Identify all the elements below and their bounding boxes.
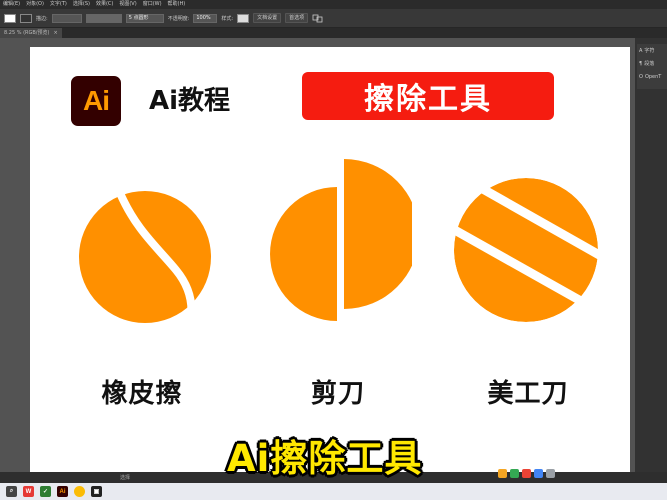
document-tab[interactable]: 8.25 % (RGB/预览) × <box>0 28 62 38</box>
wechat-icon[interactable]: ✓ <box>40 486 51 497</box>
panel-item-paragraph[interactable]: ¶ 段落 <box>637 57 667 70</box>
menu-bar: 编辑(E) 对象(O) 文字(T) 选择(S) 效果(C) 视图(V) 窗口(W… <box>0 0 667 9</box>
preferences-button[interactable]: 首选项 <box>285 13 309 23</box>
opentype-icon: O <box>639 73 643 80</box>
artboard[interactable]: Ai Ai教程 擦除工具 橡皮擦 剪刀 美工刀 <box>30 47 630 472</box>
stroke-swatch[interactable] <box>20 13 32 23</box>
title-banner-text: 擦除工具 <box>364 82 492 117</box>
menu-window[interactable]: 窗口(W) <box>140 0 165 9</box>
wps-icon[interactable]: W <box>23 486 34 497</box>
chrome-icon[interactable] <box>74 486 85 497</box>
menu-help[interactable]: 帮助(H) <box>165 0 189 9</box>
style-swatch[interactable] <box>237 13 250 23</box>
tray-icon-4[interactable] <box>534 469 543 478</box>
search-icon[interactable]: ⌕ <box>6 486 17 497</box>
stroke-weight-field[interactable] <box>51 13 82 23</box>
taskbar: ⌕ W ✓ Ai ▣ <box>0 483 667 500</box>
panel-item-opentype[interactable]: O OpenT <box>637 70 667 83</box>
canvas-area[interactable]: Ai Ai教程 擦除工具 橡皮擦 剪刀 美工刀 <box>0 38 635 472</box>
close-icon[interactable]: × <box>53 28 57 38</box>
caption-scissors: 剪刀 <box>310 379 365 409</box>
tray-icon-1[interactable] <box>498 469 507 478</box>
document-tab-label: 8.25 % (RGB/预览) <box>4 30 50 36</box>
fill-swatch[interactable] <box>4 13 16 23</box>
tutorial-title: Ai教程 <box>149 86 231 116</box>
menu-view[interactable]: 视图(V) <box>116 0 139 9</box>
menu-object[interactable]: 对象(O) <box>23 0 47 9</box>
character-icon: A <box>639 47 643 54</box>
stroke-label: 描边: <box>36 15 48 22</box>
panel-item-character[interactable]: A 字符 <box>637 44 667 57</box>
opacity-label: 不透明度: <box>167 15 190 22</box>
status-label: 选择 <box>120 475 131 481</box>
menu-select[interactable]: 选择(S) <box>70 0 93 9</box>
caption-eraser: 橡皮擦 <box>101 379 183 409</box>
style-label: 样式: <box>221 15 234 22</box>
tray-icon-5[interactable] <box>546 469 555 478</box>
illustrator-logo: Ai <box>71 76 121 126</box>
paragraph-icon: ¶ <box>639 60 643 67</box>
video-subtitle: Ai擦除工具 <box>227 437 423 480</box>
illustrator-icon[interactable]: Ai <box>57 486 68 497</box>
logo-text: Ai <box>83 85 110 116</box>
eraser-demo-shape[interactable] <box>78 190 212 324</box>
brush-profile-field[interactable]: 5 点圆形 <box>125 13 164 23</box>
opacity-field[interactable]: 100% <box>193 13 218 23</box>
right-dock <box>635 38 667 472</box>
character-panel: A 字符 ¶ 段落 O OpenT <box>637 44 667 89</box>
overlay-tray <box>498 469 555 478</box>
document-setup-button[interactable]: 文档设置 <box>253 13 282 23</box>
document-tab-bar: 8.25 % (RGB/预览) × <box>0 28 667 38</box>
knife-demo-shape[interactable] <box>454 164 602 324</box>
caption-knife: 美工刀 <box>487 379 569 409</box>
menu-effect[interactable]: 效果(C) <box>93 0 116 9</box>
tray-icon-2[interactable] <box>510 469 519 478</box>
title-banner: 擦除工具 <box>302 72 554 120</box>
scissors-demo-shape[interactable] <box>266 159 412 323</box>
control-bar: 描边: 5 点圆形 不透明度: 100% 样式: 文档设置 首选项 <box>0 9 667 28</box>
menu-type[interactable]: 文字(T) <box>47 0 70 9</box>
app-icon[interactable]: ▣ <box>91 486 102 497</box>
brush-field[interactable] <box>85 13 122 23</box>
arrange-icon[interactable] <box>312 14 324 23</box>
tray-icon-3[interactable] <box>522 469 531 478</box>
menu-edit[interactable]: 编辑(E) <box>0 0 23 9</box>
